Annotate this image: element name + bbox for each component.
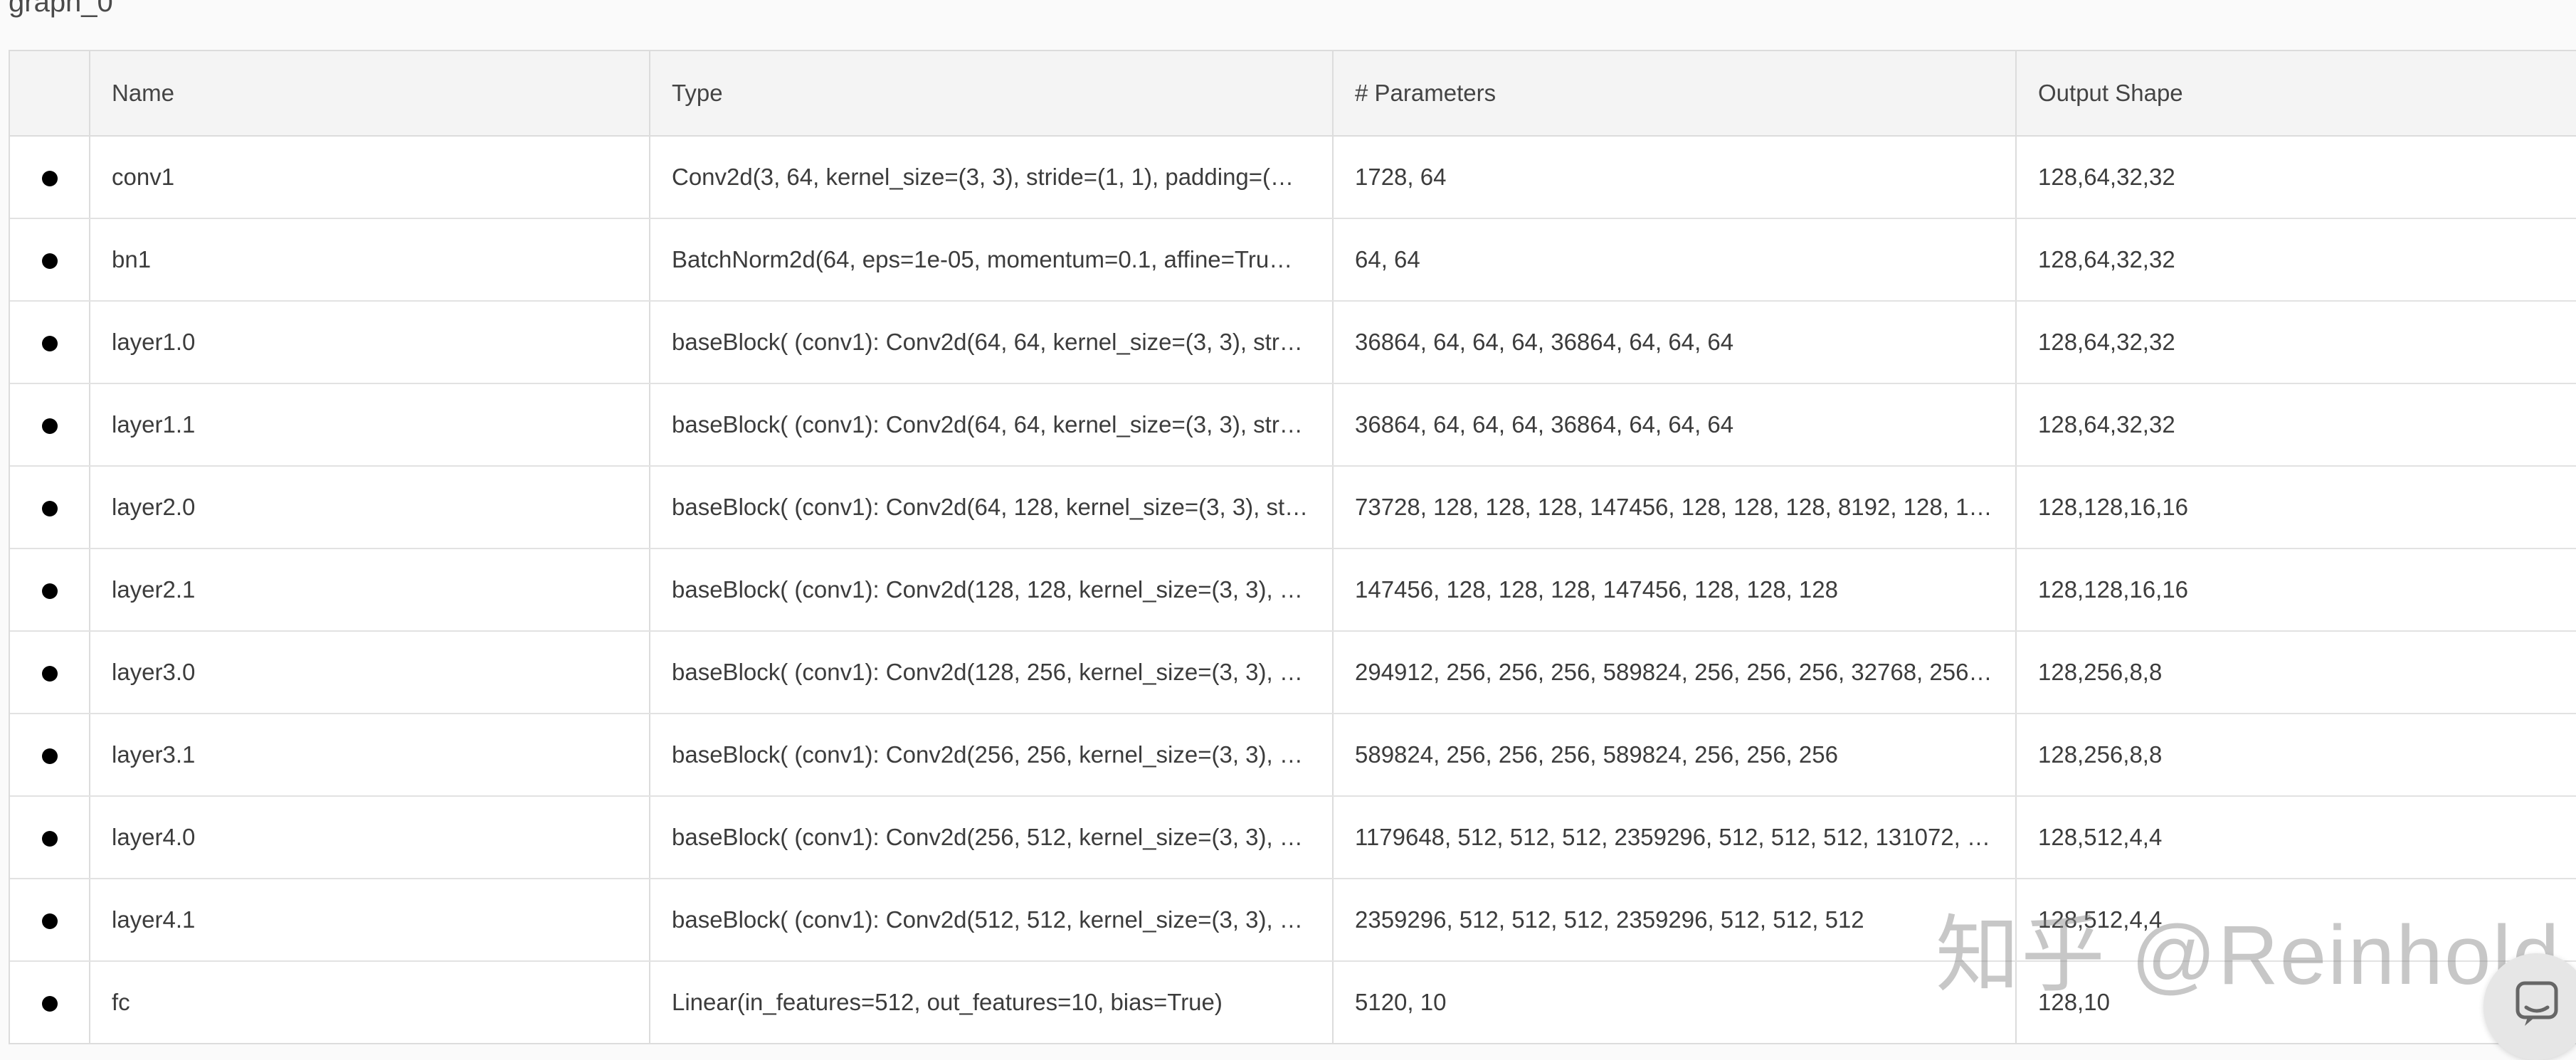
layer-params-cell: 1728, 64 xyxy=(1333,136,2017,219)
layer-type-cell: baseBlock( (conv1): Conv2d(128, 256, ker… xyxy=(650,631,1334,714)
header-params[interactable]: # Parameters xyxy=(1333,51,2017,137)
table-row[interactable]: layer2.0 baseBlock( (conv1): Conv2d(64, 1… xyxy=(10,466,2576,549)
row-marker-cell xyxy=(10,961,90,1043)
bullet-dot-icon xyxy=(41,831,58,847)
table-header-row: Name Type # Parameters Output Shape xyxy=(10,51,2576,137)
layer-params-cell: 73728, 128, 128, 128, 147456, 128, 128, … xyxy=(1333,466,2017,549)
layer-type-cell: baseBlock( (conv1): Conv2d(64, 64, kerne… xyxy=(650,383,1334,467)
row-marker-cell xyxy=(10,631,90,714)
table-row[interactable]: layer2.1 baseBlock( (conv1): Conv2d(128, … xyxy=(10,548,2576,632)
bullet-dot-icon xyxy=(41,501,58,517)
table-row[interactable]: bn1 BatchNorm2d(64, eps=1e-05, momentum=0… xyxy=(10,218,2576,302)
header-marker-column xyxy=(10,51,90,137)
layer-name-cell: layer4.1 xyxy=(90,879,650,962)
layer-type-cell: baseBlock( (conv1): Conv2d(256, 256, ker… xyxy=(650,714,1334,797)
layer-params-cell: 1179648, 512, 512, 512, 2359296, 512, 51… xyxy=(1333,796,2017,879)
table-body: conv1 Conv2d(3, 64, kernel_size=(3, 3), s… xyxy=(10,136,2576,1043)
bullet-dot-icon xyxy=(41,996,58,1012)
table-row[interactable]: layer4.1 baseBlock( (conv1): Conv2d(512, … xyxy=(10,879,2576,962)
layer-name-cell: layer3.0 xyxy=(90,631,650,714)
bullet-dot-icon xyxy=(41,666,58,682)
layer-params-cell: 589824, 256, 256, 256, 589824, 256, 256,… xyxy=(1333,714,2017,797)
table-row[interactable]: layer1.0 baseBlock( (conv1): Conv2d(64, 6… xyxy=(10,301,2576,384)
bullet-dot-icon xyxy=(41,418,58,435)
layer-params-cell: 147456, 128, 128, 128, 147456, 128, 128,… xyxy=(1333,548,2017,632)
layer-params-cell: 64, 64 xyxy=(1333,218,2017,302)
layer-output-shape-cell: 128,128,16,16 xyxy=(2016,466,2576,549)
layer-params-cell: 36864, 64, 64, 64, 36864, 64, 64, 64 xyxy=(1333,383,2017,467)
layer-name-cell: layer3.1 xyxy=(90,714,650,797)
layer-type-cell: Conv2d(3, 64, kernel_size=(3, 3), stride… xyxy=(650,136,1334,219)
table-row[interactable]: layer3.1 baseBlock( (conv1): Conv2d(256, … xyxy=(10,714,2576,797)
row-marker-cell xyxy=(10,796,90,879)
layer-name-cell: layer2.0 xyxy=(90,466,650,549)
chat-bubble-icon xyxy=(2516,981,2558,1026)
table-row[interactable]: layer3.0 baseBlock( (conv1): Conv2d(128, … xyxy=(10,631,2576,714)
row-marker-cell xyxy=(10,548,90,632)
bullet-dot-icon xyxy=(41,171,58,187)
layer-table-container: Name Type # Parameters Output Shape conv… xyxy=(9,50,2576,1044)
graph-page: graph_0 Name Type # Parameters Output Sh… xyxy=(0,0,2576,1060)
layer-output-shape-cell: 128,512,4,4 xyxy=(2016,879,2576,962)
layer-type-cell: baseBlock( (conv1): Conv2d(256, 512, ker… xyxy=(650,796,1334,879)
row-marker-cell xyxy=(10,714,90,797)
table-row[interactable]: layer4.0 baseBlock( (conv1): Conv2d(256, … xyxy=(10,796,2576,879)
layer-name-cell: layer1.1 xyxy=(90,383,650,467)
graph-title: graph_0 xyxy=(9,0,113,18)
layer-type-cell: BatchNorm2d(64, eps=1e-05, momentum=0.1,… xyxy=(650,218,1334,302)
row-marker-cell xyxy=(10,383,90,467)
layer-params-cell: 294912, 256, 256, 256, 589824, 256, 256,… xyxy=(1333,631,2017,714)
bullet-dot-icon xyxy=(41,748,58,765)
layer-type-cell: baseBlock( (conv1): Conv2d(128, 128, ker… xyxy=(650,548,1334,632)
bullet-dot-icon xyxy=(41,336,58,352)
layer-params-cell: 5120, 10 xyxy=(1333,961,2017,1043)
layer-output-shape-cell: 128,64,32,32 xyxy=(2016,301,2576,384)
layer-output-shape-cell: 128,128,16,16 xyxy=(2016,548,2576,632)
layer-params-cell: 36864, 64, 64, 64, 36864, 64, 64, 64 xyxy=(1333,301,2017,384)
header-output-shape[interactable]: Output Shape xyxy=(2016,51,2576,137)
layer-type-cell: baseBlock( (conv1): Conv2d(64, 64, kerne… xyxy=(650,301,1334,384)
table-row[interactable]: conv1 Conv2d(3, 64, kernel_size=(3, 3), s… xyxy=(10,136,2576,219)
row-marker-cell xyxy=(10,218,90,302)
layer-name-cell: conv1 xyxy=(90,136,650,219)
layer-type-cell: baseBlock( (conv1): Conv2d(512, 512, ker… xyxy=(650,879,1334,962)
bullet-dot-icon xyxy=(41,253,58,270)
header-name[interactable]: Name xyxy=(90,51,650,137)
row-marker-cell xyxy=(10,301,90,384)
bullet-dot-icon xyxy=(41,913,58,930)
layer-name-cell: bn1 xyxy=(90,218,650,302)
row-marker-cell xyxy=(10,136,90,219)
layer-params-cell: 2359296, 512, 512, 512, 2359296, 512, 51… xyxy=(1333,879,2017,962)
layer-output-shape-cell: 128,256,8,8 xyxy=(2016,714,2576,797)
table-row[interactable]: fc Linear(in_features=512, out_features=1… xyxy=(10,961,2576,1043)
layer-output-shape-cell: 128,512,4,4 xyxy=(2016,796,2576,879)
layer-name-cell: layer4.0 xyxy=(90,796,650,879)
layer-name-cell: fc xyxy=(90,961,650,1043)
layer-table: Name Type # Parameters Output Shape conv… xyxy=(10,51,2576,1043)
bullet-dot-icon xyxy=(41,583,58,600)
row-marker-cell xyxy=(10,466,90,549)
layer-output-shape-cell: 128,64,32,32 xyxy=(2016,383,2576,467)
header-type[interactable]: Type xyxy=(650,51,1334,137)
layer-output-shape-cell: 128,64,32,32 xyxy=(2016,136,2576,219)
table-row[interactable]: layer1.1 baseBlock( (conv1): Conv2d(64, 6… xyxy=(10,383,2576,467)
layer-type-cell: Linear(in_features=512, out_features=10,… xyxy=(650,961,1334,1043)
layer-name-cell: layer1.0 xyxy=(90,301,650,384)
layer-type-cell: baseBlock( (conv1): Conv2d(64, 128, kern… xyxy=(650,466,1334,549)
layer-output-shape-cell: 128,256,8,8 xyxy=(2016,631,2576,714)
row-marker-cell xyxy=(10,879,90,962)
layer-name-cell: layer2.1 xyxy=(90,548,650,632)
layer-output-shape-cell: 128,64,32,32 xyxy=(2016,218,2576,302)
